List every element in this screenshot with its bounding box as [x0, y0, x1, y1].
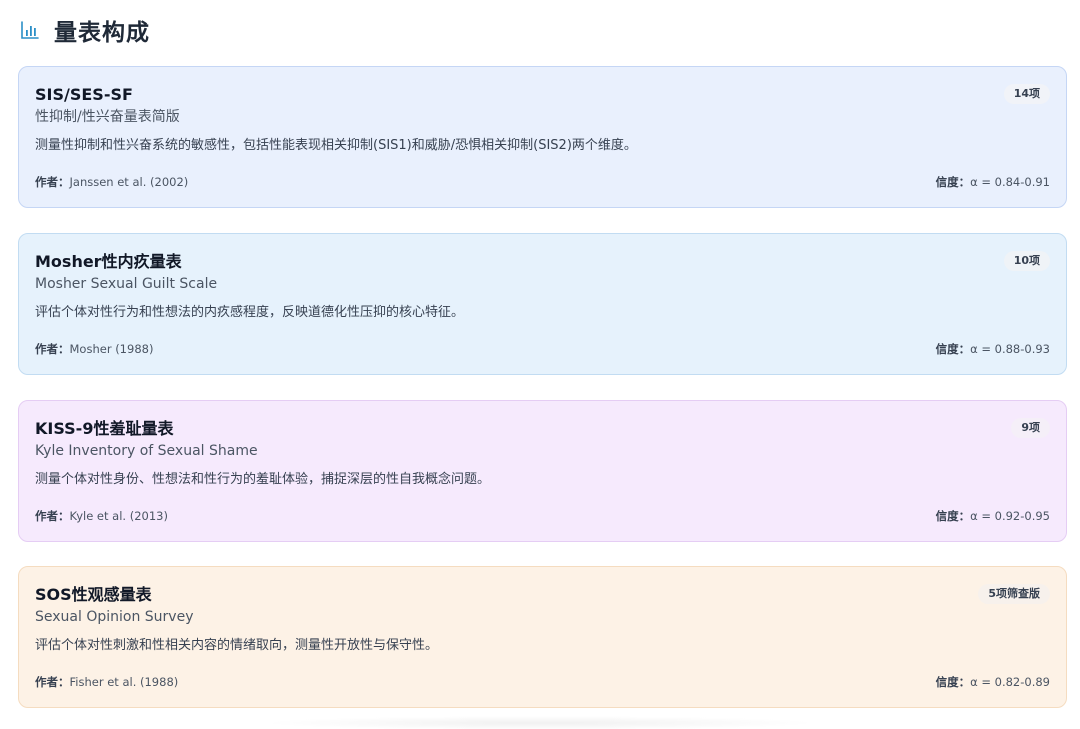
author-value: Janssen et al. (2002): [69, 175, 189, 189]
item-count-badge: 14项: [1003, 84, 1050, 104]
item-count-badge: 10项: [1003, 251, 1050, 271]
scale-meta: 作者：Kyle et al. (2013) 信度：α = 0.92-0.95: [35, 508, 1050, 524]
scale-subname: 性抑制/性兴奋量表简版: [35, 109, 180, 125]
scale-card-mosher: Mosher性内疚量表 Mosher Sexual Guilt Scale 评估…: [18, 233, 1067, 375]
author-info: 作者：Kyle et al. (2013): [35, 508, 168, 524]
author-label: 作者：: [35, 175, 70, 189]
item-count-badge: 5项筛查版: [978, 584, 1050, 604]
author-label: 作者：: [35, 675, 70, 689]
scale-meta: 作者：Fisher et al. (1988) 信度：α = 0.82-0.89: [35, 674, 1050, 690]
reliability-info: 信度：α = 0.88-0.93: [936, 341, 1050, 357]
reliability-value: α = 0.82-0.89: [970, 675, 1050, 689]
reliability-label: 信度：: [935, 342, 971, 356]
author-value: Kyle et al. (2013): [69, 509, 168, 523]
reliability-label: 信度：: [935, 175, 971, 189]
scroll-shadow: [260, 716, 820, 729]
reliability-label: 信度：: [935, 675, 971, 689]
reliability-info: 信度：α = 0.92-0.95: [936, 508, 1050, 524]
author-info: 作者：Fisher et al. (1988): [35, 674, 178, 690]
scale-card-sos: SOS性观感量表 Sexual Opinion Survey 评估个体对性刺激和…: [18, 566, 1067, 708]
scale-subname: Sexual Opinion Survey: [35, 609, 194, 625]
scale-description: 评估个体对性行为和性想法的内疚感程度，反映道德化性压抑的核心特征。: [35, 305, 465, 320]
reliability-value: α = 0.84-0.91: [970, 175, 1050, 189]
reliability-value: α = 0.88-0.93: [970, 342, 1050, 356]
author-info: 作者：Janssen et al. (2002): [35, 174, 188, 190]
item-count-badge: 9项: [1011, 418, 1050, 438]
scale-description: 测量个体对性身份、性想法和性行为的羞耻体验，捕捉深层的性自我概念问题。: [35, 472, 491, 487]
scale-composition-section: 量表构成 SIS/SES-SF 性抑制/性兴奋量表简版 测量性抑制和性兴奋系统的…: [0, 0, 1080, 729]
scale-card-kiss-9: KISS-9性羞耻量表 Kyle Inventory of Sexual Sha…: [18, 400, 1067, 542]
author-info: 作者：Mosher (1988): [35, 341, 153, 357]
section-header: 量表构成: [18, 0, 1067, 60]
scale-description: 测量性抑制和性兴奋系统的敏感性，包括性能表现相关抑制(SIS1)和威胁/恐惧相关…: [35, 138, 637, 153]
scale-subname: Kyle Inventory of Sexual Shame: [35, 443, 258, 459]
scale-description: 评估个体对性刺激和性相关内容的情绪取向，测量性开放性与保守性。: [35, 638, 439, 653]
reliability-label: 信度：: [935, 509, 971, 523]
author-value: Fisher et al. (1988): [69, 675, 179, 689]
reliability-value: α = 0.92-0.95: [970, 509, 1050, 523]
scale-name: KISS-9性羞耻量表: [35, 419, 174, 438]
bar-chart-icon: [20, 20, 40, 40]
scale-meta: 作者：Mosher (1988) 信度：α = 0.88-0.93: [35, 341, 1050, 357]
scale-subname: Mosher Sexual Guilt Scale: [35, 276, 218, 292]
author-value: Mosher (1988): [69, 342, 154, 356]
scale-name: Mosher性内疚量表: [35, 252, 182, 271]
section-title: 量表构成: [54, 20, 150, 46]
reliability-info: 信度：α = 0.82-0.89: [936, 674, 1050, 690]
scale-name: SIS/SES-SF: [35, 85, 133, 104]
author-label: 作者：: [35, 342, 70, 356]
scale-card-sis-ses: SIS/SES-SF 性抑制/性兴奋量表简版 测量性抑制和性兴奋系统的敏感性，包…: [18, 66, 1067, 208]
scale-name: SOS性观感量表: [35, 585, 152, 604]
scale-meta: 作者：Janssen et al. (2002) 信度：α = 0.84-0.9…: [35, 174, 1050, 190]
reliability-info: 信度：α = 0.84-0.91: [936, 174, 1050, 190]
author-label: 作者：: [35, 509, 70, 523]
